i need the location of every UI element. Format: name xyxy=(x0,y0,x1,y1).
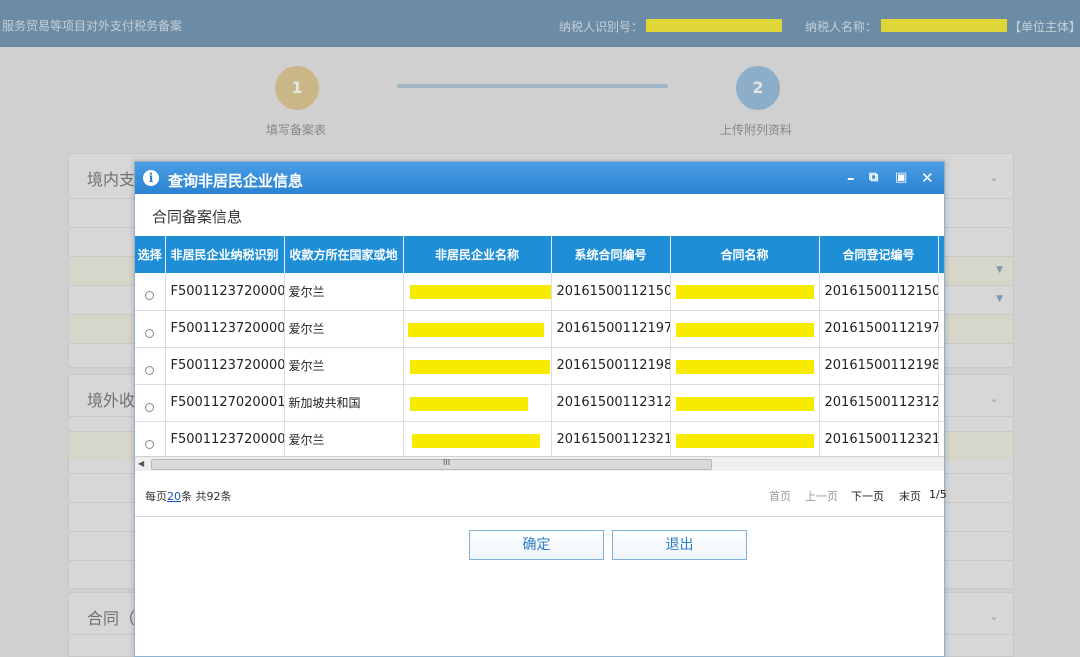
cell-company-name xyxy=(403,421,552,459)
dialog-header: i 查询非居民企业信息 – ⧉ ▣ ✕ xyxy=(135,162,944,194)
cell-company-name xyxy=(403,347,552,385)
per-page-link[interactable]: 20 xyxy=(167,490,181,503)
maximize-icon[interactable]: ▣ xyxy=(895,168,907,188)
table-header: 选择 非居民企业纳税识别 收款方所在国家或地 非居民企业名称 系统合同编号 合同… xyxy=(135,236,944,273)
cell-system-contract-no: 20161500112197... xyxy=(551,310,671,348)
scrollbar-thumb[interactable]: III xyxy=(151,458,712,470)
redacted-block xyxy=(407,322,544,337)
cell-tax-id: F50011270200011 xyxy=(165,384,285,422)
cell-system-contract-no: 20161500112321... xyxy=(551,421,671,459)
scroll-left-arrow-icon[interactable]: ◀ xyxy=(138,459,144,468)
cell-tax-id: F50011237200004 xyxy=(165,273,285,311)
cell-contract-name xyxy=(670,384,820,422)
row-select-radio[interactable] xyxy=(145,328,155,338)
contract-grid: 选择 非居民企业纳税识别 收款方所在国家或地 非居民企业名称 系统合同编号 合同… xyxy=(135,236,944,472)
cell-country: 新加坡共和国 xyxy=(284,384,404,422)
row-radio-cell xyxy=(135,347,166,385)
row-select-radio[interactable] xyxy=(145,365,155,375)
table-row[interactable]: F50011237200004 爱尔兰 20161500112150... 20… xyxy=(135,273,944,311)
horizontal-scrollbar[interactable]: ◀ III xyxy=(135,456,944,471)
cell-contract-reg-no: 20161500112321... xyxy=(819,421,939,459)
row-radio-cell xyxy=(135,273,166,311)
cell-country: 爱尔兰 xyxy=(284,347,404,385)
redacted-block xyxy=(675,322,814,337)
table-row[interactable]: F50011270200011 新加坡共和国 20161500112312...… xyxy=(135,384,944,422)
minimize-icon[interactable]: – xyxy=(847,168,855,188)
cell-tax-id: F50011237200005 xyxy=(165,421,285,459)
row-select-radio[interactable] xyxy=(145,439,155,449)
cell-company-name xyxy=(403,384,552,422)
cell-system-contract-no: 20161500112198... xyxy=(551,347,671,385)
redacted-block xyxy=(411,433,540,448)
col-contract-name: 合同名称 xyxy=(670,236,820,273)
col-company-name: 非居民企业名称 xyxy=(403,236,552,273)
cell-contract-name xyxy=(670,273,820,311)
table-row[interactable]: F50011237200007 爱尔兰 20161500112198... 20… xyxy=(135,347,944,385)
cell-tax-id: F50011237200005 xyxy=(165,310,285,348)
section-title: 合同备案信息 xyxy=(152,208,243,226)
cell-company-name xyxy=(403,273,552,311)
redacted-block xyxy=(675,285,814,299)
cell-country: 爱尔兰 xyxy=(284,273,404,311)
cell-system-contract-no: 20161500112312... xyxy=(551,384,671,422)
redacted-block xyxy=(675,396,814,411)
confirm-button[interactable]: 确定 xyxy=(469,530,604,560)
cell-contract-reg-no: 20161500112198... xyxy=(819,347,939,385)
table-row[interactable]: F50011237200005 爱尔兰 20161500112321... 20… xyxy=(135,421,944,459)
redacted-block xyxy=(409,359,550,374)
redacted-block xyxy=(675,359,814,374)
row-select-radio[interactable] xyxy=(145,402,155,412)
query-nonresident-dialog: i 查询非居民企业信息 – ⧉ ▣ ✕ 合同备案信息 选择 非居民企业纳税识别 … xyxy=(134,161,947,657)
col-system-contract-no: 系统合同编号 xyxy=(551,236,671,273)
cell-contract-name xyxy=(670,421,820,459)
cell-extra xyxy=(938,421,944,459)
scroll-grip: III xyxy=(443,458,451,467)
exit-button[interactable]: 退出 xyxy=(612,530,747,560)
cell-contract-reg-no: 20161500112197... xyxy=(819,310,939,348)
col-select: 选择 xyxy=(135,236,166,273)
row-radio-cell xyxy=(135,421,166,459)
row-radio-cell xyxy=(135,384,166,422)
page-indicator: 1/5 xyxy=(929,488,947,501)
next-page-link[interactable]: 下一页 xyxy=(851,488,884,504)
cell-contract-reg-no: 20161500112150... xyxy=(819,273,939,311)
redacted-block xyxy=(409,285,550,299)
row-select-radio[interactable] xyxy=(145,291,155,301)
col-country: 收款方所在国家或地 xyxy=(284,236,404,273)
close-icon[interactable]: ✕ xyxy=(921,168,934,188)
cell-country: 爱尔兰 xyxy=(284,421,404,459)
cell-company-name xyxy=(403,310,552,348)
cell-country: 爱尔兰 xyxy=(284,310,404,348)
cell-contract-name xyxy=(670,310,820,348)
last-page-link[interactable]: 末页 xyxy=(899,488,921,504)
cell-extra xyxy=(938,310,944,348)
per-page-suffix: 条 共92条 xyxy=(181,490,232,503)
table-row[interactable]: F50011237200005 爱尔兰 20161500112197... 20… xyxy=(135,310,944,348)
redacted-block xyxy=(409,396,528,411)
page-size-info: 每页20条 共92条 xyxy=(145,488,232,504)
pagination: 每页20条 共92条 首页 上一页 下一页 末页 1/5 xyxy=(135,472,947,517)
col-tax-id: 非居民企业纳税识别 xyxy=(165,236,285,273)
cell-extra xyxy=(938,347,944,385)
cell-contract-name xyxy=(670,347,820,385)
row-radio-cell xyxy=(135,310,166,348)
cell-tax-id: F50011237200007 xyxy=(165,347,285,385)
col-contract-reg-no: 合同登记编号 xyxy=(819,236,939,273)
first-page-link[interactable]: 首页 xyxy=(769,488,791,504)
prev-page-link[interactable]: 上一页 xyxy=(805,488,838,504)
contract-table: 选择 非居民企业纳税识别 收款方所在国家或地 非居民企业名称 系统合同编号 合同… xyxy=(135,236,944,459)
per-page-prefix: 每页 xyxy=(145,490,167,503)
cell-extra xyxy=(938,273,944,311)
redacted-block xyxy=(675,433,814,448)
cell-contract-reg-no: 20161500112312... xyxy=(819,384,939,422)
cell-extra xyxy=(938,384,944,422)
info-icon: i xyxy=(143,170,159,186)
cell-system-contract-no: 20161500112150... xyxy=(551,273,671,311)
col-extra xyxy=(938,236,944,273)
dialog-title: 查询非居民企业信息 xyxy=(168,172,304,190)
restore-icon[interactable]: ⧉ xyxy=(869,168,878,188)
